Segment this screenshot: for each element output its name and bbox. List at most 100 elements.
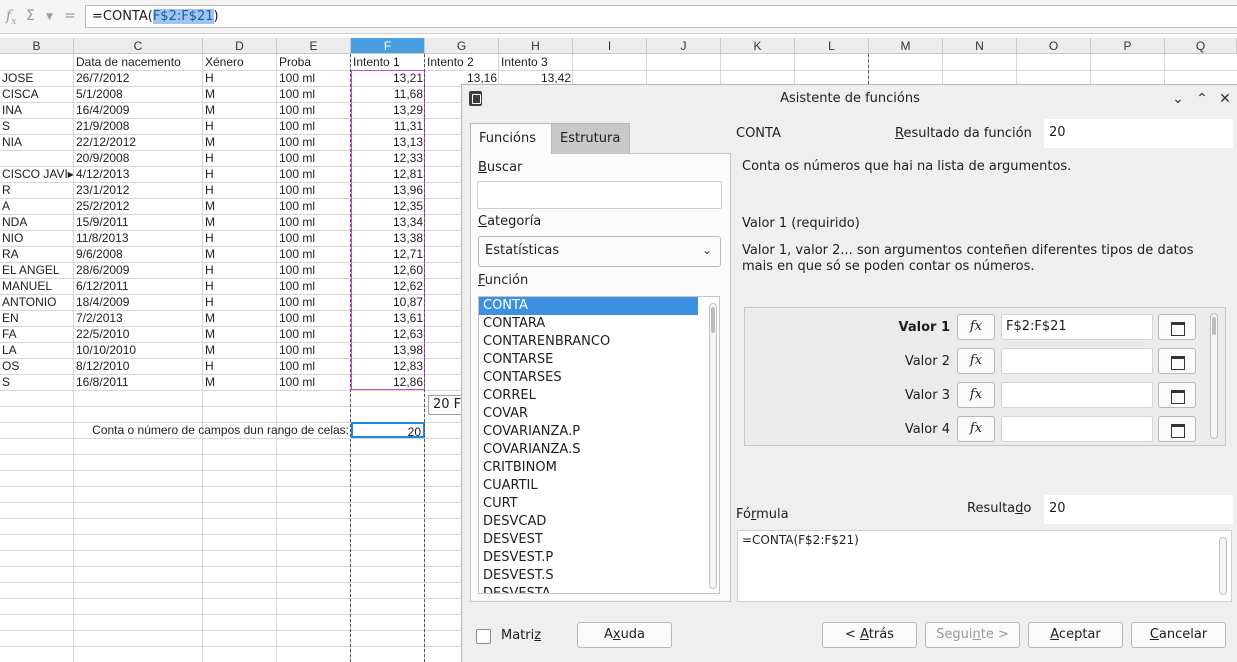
category-select[interactable]: Estatísticas ⌄ — [478, 236, 721, 267]
function-list-item[interactable]: DESVEST — [479, 531, 698, 549]
table-cell[interactable]: H — [203, 70, 277, 86]
table-cell[interactable]: 16/4/2009 — [74, 102, 203, 118]
column-header-b[interactable]: B — [0, 38, 74, 54]
header-cell[interactable]: Intento 1 — [351, 54, 425, 70]
table-cell[interactable]: H — [203, 182, 277, 198]
table-cell[interactable]: 100 ml — [277, 86, 351, 102]
function-list-item[interactable]: DESVESTA — [479, 585, 698, 593]
column-header-p[interactable]: P — [1091, 38, 1165, 54]
function-list-item[interactable]: CONTARSE — [479, 351, 698, 369]
table-cell[interactable]: 100 ml — [277, 262, 351, 278]
cancel-button[interactable]: Cancelar — [1131, 622, 1226, 648]
shrink-dialog-icon[interactable] — [1158, 314, 1196, 340]
table-cell[interactable]: M — [203, 134, 277, 150]
column-header-q[interactable]: Q — [1165, 38, 1237, 54]
header-cell[interactable]: Intento 3 — [499, 54, 573, 70]
table-cell[interactable]: M — [203, 102, 277, 118]
column-header-k[interactable]: K — [721, 38, 795, 54]
function-list-item[interactable]: CONTARSES — [479, 369, 698, 387]
table-cell[interactable]: 7/2/2013 — [74, 310, 203, 326]
table-cell[interactable]: M — [203, 246, 277, 262]
table-cell[interactable] — [0, 150, 74, 166]
tab-funcions[interactable]: Funcións — [470, 123, 552, 154]
table-cell[interactable]: H — [203, 262, 277, 278]
function-list-item[interactable]: DESVEST.P — [479, 549, 698, 567]
column-header-f[interactable]: F — [351, 38, 425, 54]
table-cell[interactable]: 100 ml — [277, 214, 351, 230]
help-button[interactable]: Axuda — [577, 622, 672, 648]
count-label-cell[interactable]: Conta o número de campos dun rango de ce… — [74, 422, 351, 438]
function-list-item[interactable]: CRITBINOM — [479, 459, 698, 477]
table-cell[interactable]: 21/9/2008 — [74, 118, 203, 134]
maximize-icon[interactable]: ⌃ — [1192, 89, 1212, 109]
table-cell[interactable]: 5/1/2008 — [74, 86, 203, 102]
table-cell[interactable]: JOSE — [0, 70, 74, 86]
shrink-dialog-icon[interactable] — [1158, 348, 1196, 374]
table-cell[interactable]: A — [0, 198, 74, 214]
table-cell[interactable]: 100 ml — [277, 310, 351, 326]
table-cell[interactable]: M — [203, 310, 277, 326]
table-cell[interactable]: 6/12/2011 — [74, 278, 203, 294]
formula-textarea[interactable]: =CONTA(F$2:F$21) — [737, 530, 1232, 602]
table-cell[interactable]: CISCO JAVI▸ — [0, 166, 74, 182]
table-cell[interactable]: 16/8/2011 — [74, 374, 203, 390]
tab-estrutura[interactable]: Estrutura — [551, 123, 630, 154]
argument-input[interactable] — [1001, 348, 1153, 374]
table-cell[interactable]: 100 ml — [277, 326, 351, 342]
shrink-dialog-icon[interactable] — [1158, 416, 1196, 442]
next-button[interactable]: Seguinte > — [925, 622, 1020, 648]
table-cell[interactable]: LA — [0, 342, 74, 358]
table-cell[interactable]: 11/8/2013 — [74, 230, 203, 246]
fx-icon[interactable]: fx — [957, 382, 995, 408]
table-cell[interactable]: H — [203, 294, 277, 310]
fx-icon[interactable]: fx — [6, 8, 16, 27]
table-cell[interactable]: 22/12/2012 — [74, 134, 203, 150]
column-header-o[interactable]: O — [1017, 38, 1091, 54]
table-cell[interactable]: 100 ml — [277, 70, 351, 86]
table-cell[interactable]: 25/2/2012 — [74, 198, 203, 214]
table-cell[interactable]: EL ANGEL — [0, 262, 74, 278]
table-cell[interactable]: R — [0, 182, 74, 198]
function-list-item[interactable]: COVAR — [479, 405, 698, 423]
table-cell[interactable]: M — [203, 342, 277, 358]
argument-input[interactable] — [1001, 416, 1153, 442]
equals-icon[interactable]: = — [64, 8, 76, 24]
table-cell[interactable]: 10/10/2010 — [74, 342, 203, 358]
function-list-item[interactable]: CURT — [479, 495, 698, 513]
table-cell[interactable]: 100 ml — [277, 150, 351, 166]
column-header-n[interactable]: N — [943, 38, 1017, 54]
matriz-checkbox[interactable] — [476, 629, 491, 644]
table-cell[interactable]: NIA — [0, 134, 74, 150]
function-list-item[interactable]: COVARIANZA.S — [479, 441, 698, 459]
table-cell[interactable]: 100 ml — [277, 134, 351, 150]
fx-icon[interactable]: fx — [957, 416, 995, 442]
table-cell[interactable]: FA — [0, 326, 74, 342]
header-cell[interactable]: Intento 2 — [425, 54, 499, 70]
table-cell[interactable]: MANUEL — [0, 278, 74, 294]
table-cell[interactable]: 4/12/2013 — [74, 166, 203, 182]
arguments-scrollbar[interactable] — [1210, 313, 1218, 439]
ok-button[interactable]: Aceptar — [1028, 622, 1123, 648]
table-cell[interactable]: 100 ml — [277, 102, 351, 118]
header-cell[interactable]: Data de nacemento — [74, 54, 203, 70]
chevron-down-icon[interactable]: ▼ — [46, 12, 53, 22]
function-list-item[interactable]: CUARTIL — [479, 477, 698, 495]
function-list-item[interactable]: CONTARA — [479, 315, 698, 333]
table-cell[interactable]: RA — [0, 246, 74, 262]
table-cell[interactable]: 23/1/2012 — [74, 182, 203, 198]
table-cell[interactable]: ANTONIO — [0, 294, 74, 310]
table-cell[interactable]: S — [0, 118, 74, 134]
table-cell[interactable]: 26/7/2012 — [74, 70, 203, 86]
table-cell[interactable]: M — [203, 374, 277, 390]
function-list[interactable]: CONTA CONTARA CONTARENBRANCO CONTARSE CONTAR… — [478, 296, 720, 594]
column-header-m[interactable]: M — [869, 38, 943, 54]
table-cell[interactable]: EN — [0, 310, 74, 326]
table-cell[interactable]: 100 ml — [277, 198, 351, 214]
table-cell[interactable]: INA — [0, 102, 74, 118]
table-cell[interactable]: 9/6/2008 — [74, 246, 203, 262]
header-cell[interactable]: Xénero — [203, 54, 277, 70]
column-header-i[interactable]: I — [573, 38, 647, 54]
column-header-g[interactable]: G — [425, 38, 499, 54]
table-cell[interactable]: M — [203, 198, 277, 214]
sigma-icon[interactable]: Σ — [26, 8, 35, 24]
